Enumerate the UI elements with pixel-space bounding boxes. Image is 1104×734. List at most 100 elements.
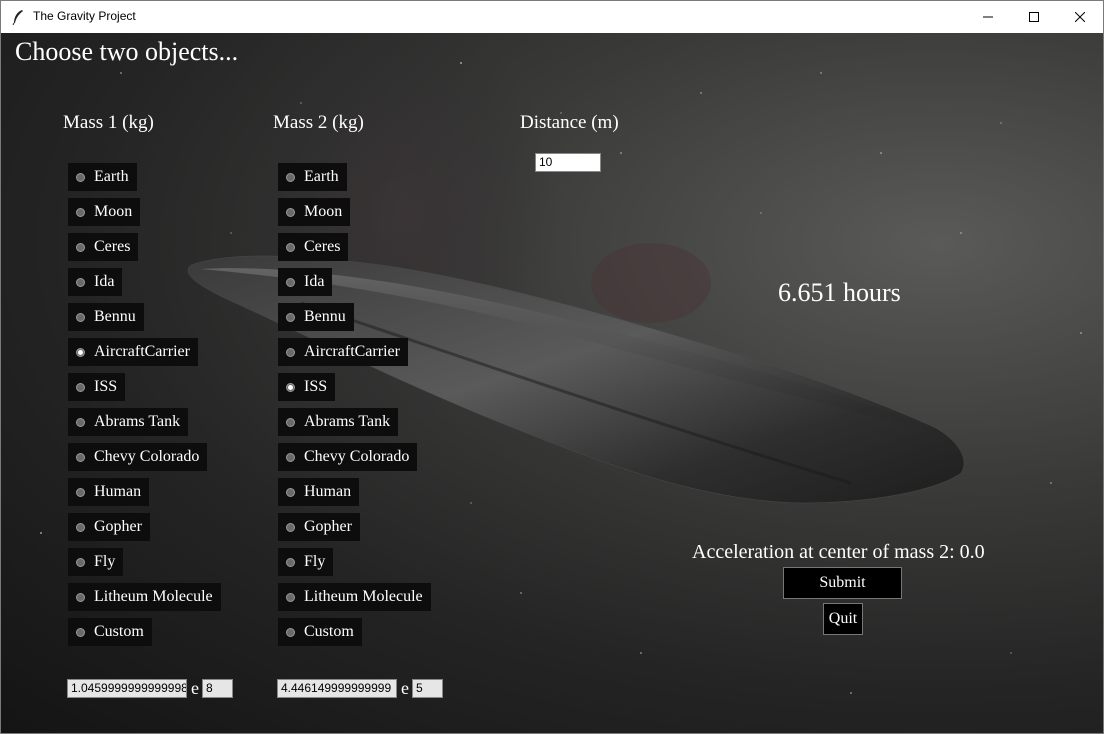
asteroid-background-image [40, 33, 1082, 694]
radio-label: Chevy Colorado [304, 448, 410, 465]
mass2-option[interactable]: ISS [278, 373, 336, 401]
mass1-option[interactable]: Abrams Tank [68, 408, 189, 436]
mass2-option[interactable]: Custom [278, 618, 362, 646]
radio-label: Gopher [304, 518, 352, 535]
radio-indicator-icon [286, 452, 295, 462]
radio-label: Moon [304, 203, 343, 220]
radio-indicator-icon [286, 487, 295, 497]
radio-label: Ida [304, 273, 325, 290]
radio-indicator-icon [286, 592, 295, 602]
radio-label: Fly [94, 553, 116, 570]
radio-indicator-icon [76, 277, 85, 287]
mass1-option[interactable]: AircraftCarrier [68, 338, 198, 366]
mass2-option[interactable]: Chevy Colorado [278, 443, 418, 471]
radio-label: Litheum Molecule [94, 588, 213, 605]
radio-label: AircraftCarrier [94, 343, 190, 360]
mass2-option[interactable]: Earth [278, 163, 347, 191]
radio-indicator-icon [76, 242, 85, 252]
radio-indicator-icon [76, 522, 85, 532]
feather-icon [12, 10, 23, 25]
acceleration-result: Acceleration at center of mass 2: 0.0 [692, 541, 985, 563]
radio-label: Ida [94, 273, 115, 290]
mass1-option[interactable]: Custom [68, 618, 152, 646]
time-result: 6.651 hours [778, 278, 901, 307]
radio-indicator-icon [76, 417, 85, 427]
radio-label: Fly [304, 553, 326, 570]
mass2-exponent-label: e [401, 678, 409, 698]
mass1-option[interactable]: ISS [68, 373, 126, 401]
radio-label: Ceres [94, 238, 131, 255]
window-title: The Gravity Project [33, 9, 136, 23]
mass1-option[interactable]: Litheum Molecule [68, 583, 221, 611]
radio-label: Bennu [304, 308, 346, 325]
maximize-button[interactable] [1011, 1, 1057, 33]
radio-indicator-icon [76, 592, 85, 602]
radio-label: ISS [304, 378, 328, 395]
radio-indicator-icon [286, 522, 295, 532]
radio-indicator-icon [76, 312, 85, 322]
radio-indicator-icon [286, 242, 295, 252]
mass2-option[interactable]: Bennu [278, 303, 354, 331]
radio-indicator-icon [76, 487, 85, 497]
radio-label: Litheum Molecule [304, 588, 423, 605]
mass1-option[interactable]: Human [68, 478, 150, 506]
close-icon [1075, 12, 1085, 22]
app-window: The Gravity Project Choose two objects..… [0, 0, 1104, 734]
radio-label: Ceres [304, 238, 341, 255]
mass1-mantissa-input[interactable]: 1.0459999999999998 [67, 679, 187, 698]
close-button[interactable] [1057, 1, 1103, 33]
title-bar: The Gravity Project [1, 1, 1103, 33]
radio-indicator-icon [76, 452, 85, 462]
radio-label: Abrams Tank [94, 413, 181, 430]
mass1-option[interactable]: Earth [68, 163, 137, 191]
radio-indicator-icon [286, 312, 295, 322]
mass2-option[interactable]: Ida [278, 268, 333, 296]
radio-indicator-icon [286, 347, 295, 357]
radio-indicator-icon [286, 557, 295, 567]
maximize-icon [1029, 12, 1039, 22]
mass2-option[interactable]: Fly [278, 548, 334, 576]
submit-button[interactable]: Submit [783, 567, 902, 599]
radio-indicator-icon [286, 277, 295, 287]
radio-label: Moon [94, 203, 133, 220]
radio-indicator-icon [286, 627, 295, 637]
radio-indicator-icon [76, 557, 85, 567]
mass2-option[interactable]: Abrams Tank [278, 408, 399, 436]
radio-label: Abrams Tank [304, 413, 391, 430]
radio-label: Human [94, 483, 142, 500]
minimize-icon [983, 16, 993, 18]
mass2-mantissa-input[interactable]: 4.446149999999999 [277, 679, 397, 698]
radio-indicator-icon [286, 172, 295, 182]
quit-button[interactable]: Quit [823, 603, 863, 635]
mass1-exponent-input[interactable]: 8 [202, 679, 233, 698]
mass1-option[interactable]: Ceres [68, 233, 139, 261]
radio-label: Earth [94, 168, 129, 185]
distance-input[interactable]: 10 [535, 153, 601, 172]
radio-label: Gopher [94, 518, 142, 535]
mass2-option[interactable]: Litheum Molecule [278, 583, 431, 611]
main-canvas: Choose two objects... Mass 1 (kg) Mass 2… [1, 33, 1103, 733]
mass2-option[interactable]: AircraftCarrier [278, 338, 408, 366]
radio-indicator-icon [286, 417, 295, 427]
mass2-exponent-input[interactable]: 5 [412, 679, 443, 698]
radio-label: ISS [94, 378, 118, 395]
radio-indicator-icon [286, 207, 295, 217]
mass2-option[interactable]: Gopher [278, 513, 360, 541]
radio-label: Bennu [94, 308, 136, 325]
mass1-option[interactable]: Moon [68, 198, 141, 226]
mass2-option[interactable]: Human [278, 478, 360, 506]
radio-indicator-icon [76, 627, 85, 637]
mass1-option[interactable]: Ida [68, 268, 123, 296]
minimize-button[interactable] [965, 1, 1011, 33]
page-title: Choose two objects... [15, 37, 239, 66]
radio-label: Earth [304, 168, 339, 185]
radio-indicator-icon [76, 382, 85, 392]
mass1-option[interactable]: Chevy Colorado [68, 443, 208, 471]
mass1-option[interactable]: Bennu [68, 303, 144, 331]
mass2-option[interactable]: Ceres [278, 233, 349, 261]
mass1-option[interactable]: Gopher [68, 513, 150, 541]
mass2-option[interactable]: Moon [278, 198, 351, 226]
radio-label: Custom [304, 623, 354, 640]
radio-label: Custom [94, 623, 144, 640]
mass1-option[interactable]: Fly [68, 548, 124, 576]
